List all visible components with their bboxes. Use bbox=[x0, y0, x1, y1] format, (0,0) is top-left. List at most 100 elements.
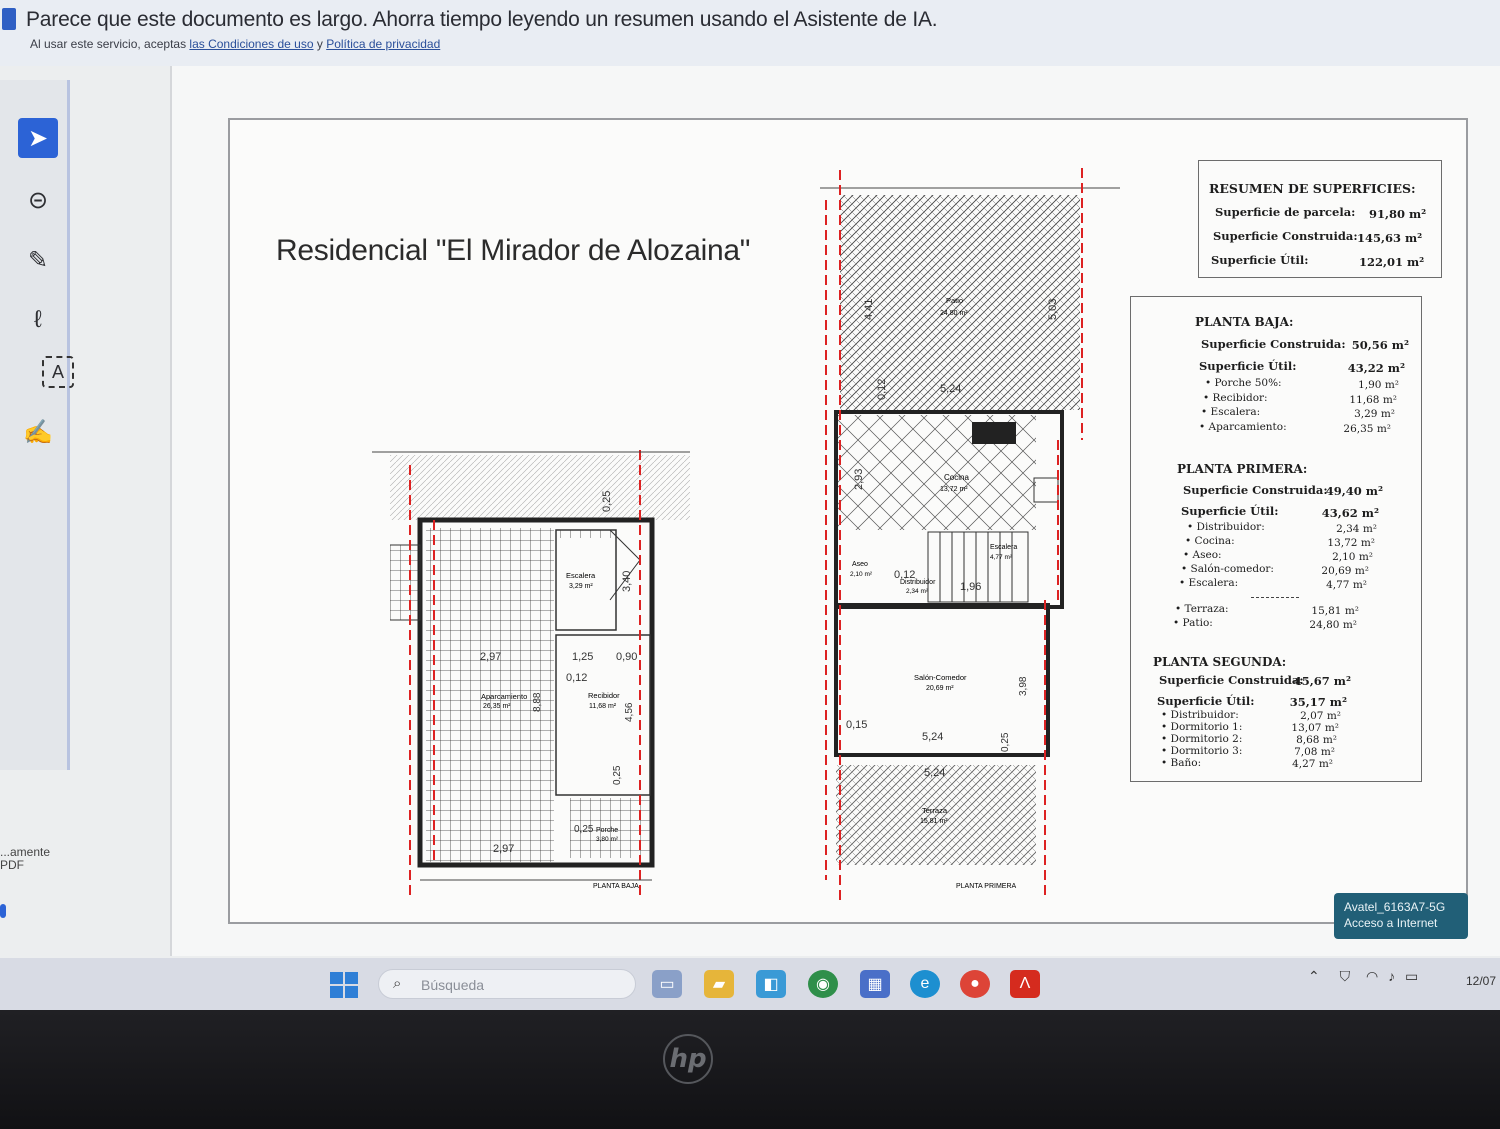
pp-patio-label: Patio bbox=[946, 296, 963, 305]
battery-icon[interactable]: ▭ bbox=[1405, 968, 1418, 984]
pb-recibidor-label: Recibidor bbox=[588, 691, 620, 700]
pp-aseo-area: 2,10 m² bbox=[850, 571, 873, 578]
pb-item-value: 26,35 m² bbox=[1343, 423, 1391, 435]
ps-item-value: 4,27 m² bbox=[1292, 758, 1333, 770]
resumen-header: RESUMEN DE SUPERFICIES: bbox=[1209, 181, 1416, 196]
pp-escalera-label: Escalera bbox=[990, 544, 1017, 551]
taskbar-search[interactable]: ⌕ Búsqueda bbox=[378, 969, 636, 999]
ps-item-label: • Dormitorio 3: bbox=[1161, 745, 1243, 757]
defender-icon[interactable]: ⛉ bbox=[1340, 968, 1351, 984]
pb-dim: 3,40 bbox=[621, 571, 633, 592]
ps-item-label: • Dormitorio 2: bbox=[1161, 733, 1243, 745]
pp-util-label: Superficie Útil: bbox=[1181, 504, 1279, 518]
pb-dim: 0,25 bbox=[601, 491, 613, 512]
chevron-up-icon[interactable]: ⌃ bbox=[1308, 968, 1320, 984]
pp-item-value: 2,34 m² bbox=[1336, 523, 1377, 535]
pp-caption: PLANTA PRIMERA bbox=[956, 883, 1016, 890]
pb-aparcamiento-label: Aparcamiento bbox=[481, 692, 527, 701]
pb-dim: 0,25 bbox=[612, 765, 623, 785]
pb-porche-label: Porche bbox=[596, 827, 618, 834]
pp-dim: 3,98 bbox=[1018, 676, 1029, 696]
pp-construida-value: 49,40 m² bbox=[1325, 484, 1383, 498]
pb-caption: PLANTA BAJA bbox=[593, 883, 639, 890]
pb-dim: 0,12 bbox=[566, 672, 587, 684]
pp-util-value: 43,62 m² bbox=[1321, 506, 1379, 520]
pp-dim: 5,24 bbox=[940, 383, 961, 395]
pp-aseo-label: Aseo bbox=[852, 561, 868, 568]
pp-dim: 5,24 bbox=[924, 767, 945, 779]
pb-aparcamiento-area: 26,35 m² bbox=[483, 703, 511, 710]
pp-extra-label: • Patio: bbox=[1173, 617, 1213, 629]
pb-dim: 1,25 bbox=[572, 651, 593, 663]
pp-distribuidor-area: 2,34 m² bbox=[906, 588, 929, 595]
parcela-label: Superficie de parcela: bbox=[1215, 205, 1356, 219]
start-button[interactable] bbox=[330, 972, 360, 998]
plantas-superficies-box: PLANTA BAJA: Superficie Construida: 50,5… bbox=[1130, 296, 1422, 782]
laptop-bezel bbox=[0, 1010, 1500, 1129]
pp-item-label: • Distribuidor: bbox=[1187, 521, 1265, 533]
pb-util-value: 43,22 m² bbox=[1347, 361, 1405, 375]
pp-dim: 5,03 bbox=[1047, 299, 1059, 320]
ps-item-value: 8,68 m² bbox=[1296, 734, 1337, 746]
pb-recibidor-area: 11,68 m² bbox=[589, 703, 617, 710]
pp-cocina-label: Cocina bbox=[944, 473, 969, 482]
wifi-network-name: Avatel_6163A7-5G bbox=[1344, 900, 1446, 914]
pp-dim: 1,96 bbox=[960, 581, 981, 593]
pp-dim: 0,12 bbox=[894, 569, 915, 581]
ps-util-label: Superficie Útil: bbox=[1157, 694, 1255, 708]
construida-value: 145,63 m² bbox=[1357, 231, 1423, 245]
volume-icon[interactable]: ♪ bbox=[1388, 968, 1395, 984]
pb-dim: 0,25 bbox=[574, 824, 594, 835]
ps-item-label: • Baño: bbox=[1161, 757, 1202, 769]
browser-app-icon[interactable]: ◉ bbox=[808, 970, 838, 998]
pp-item-label: • Aseo: bbox=[1183, 549, 1222, 561]
pp-salon-area: 20,69 m² bbox=[926, 685, 954, 692]
ps-item-value: 2,07 m² bbox=[1300, 710, 1341, 722]
planta-primera-header: PLANTA PRIMERA: bbox=[1177, 462, 1308, 476]
pp-dim: 5,24 bbox=[922, 731, 943, 743]
ps-item-label: • Distribuidor: bbox=[1161, 709, 1239, 721]
hp-logo: hp bbox=[663, 1034, 713, 1084]
pp-dim: 0,25 bbox=[1000, 732, 1011, 752]
pb-construida-value: 50,56 m² bbox=[1351, 338, 1409, 352]
pb-escalera-label: Escalera bbox=[566, 571, 596, 580]
wifi-icon[interactable]: ◠ bbox=[1366, 968, 1378, 984]
wifi-notification[interactable]: Avatel_6163A7-5G Acceso a Internet bbox=[1334, 893, 1468, 939]
plan-planta-primera: Patio 24,80 m² Cocina 13,72 m² Aseo 2,10… bbox=[820, 168, 1120, 905]
planta-baja-header: PLANTA BAJA: bbox=[1195, 315, 1294, 329]
pp-terraza-area: 15,81 m² bbox=[920, 818, 948, 825]
pb-util-label: Superficie Útil: bbox=[1199, 359, 1297, 373]
wifi-status: Acceso a Internet bbox=[1344, 916, 1438, 930]
pb-item-label: • Escalera: bbox=[1201, 406, 1261, 418]
divider bbox=[1251, 597, 1299, 598]
pp-item-label: • Escalera: bbox=[1179, 577, 1239, 589]
taskbar-clock[interactable]: 12/07 bbox=[1466, 974, 1496, 988]
pb-item-label: • Aparcamiento: bbox=[1199, 421, 1287, 433]
store-app-icon[interactable]: ◧ bbox=[756, 970, 786, 998]
edge-icon[interactable]: e bbox=[910, 970, 940, 998]
file-explorer-icon[interactable]: ▰ bbox=[704, 970, 734, 998]
taskbar: ⌕ Búsqueda ▭ ▰ ◧ ◉ ▦ e ● Λ ⌃ ⛉ ◠ ♪ ▭ 12/… bbox=[0, 958, 1500, 1010]
resumen-superficies-box: RESUMEN DE SUPERFICIES: Superficie de pa… bbox=[1198, 160, 1442, 278]
ps-item-value: 7,08 m² bbox=[1294, 746, 1335, 758]
pb-dim: 8,88 bbox=[532, 692, 543, 712]
pb-item-value: 3,29 m² bbox=[1354, 408, 1395, 420]
pp-item-label: • Cocina: bbox=[1185, 535, 1235, 547]
pb-item-label: • Porche 50%: bbox=[1205, 377, 1282, 389]
ps-util-value: 35,17 m² bbox=[1289, 695, 1347, 709]
pp-item-value: 13,72 m² bbox=[1327, 537, 1375, 549]
task-view-icon[interactable]: ▭ bbox=[652, 970, 682, 998]
pp-dim: 0,12 bbox=[876, 379, 888, 400]
ps-item-label: • Dormitorio 1: bbox=[1161, 721, 1243, 733]
util-value: 122,01 m² bbox=[1359, 255, 1425, 269]
pp-extra-value: 24,80 m² bbox=[1309, 619, 1357, 631]
acrobat-icon[interactable]: Λ bbox=[1010, 970, 1040, 998]
chrome-icon[interactable]: ● bbox=[960, 970, 990, 998]
construida-label: Superficie Construida: bbox=[1213, 229, 1358, 243]
pb-dim: 4,56 bbox=[624, 702, 635, 722]
pp-extra-label: • Terraza: bbox=[1175, 603, 1229, 615]
system-tray[interactable]: ⌃ ⛉ ◠ ♪ ▭ bbox=[1308, 968, 1418, 985]
pp-extra-value: 15,81 m² bbox=[1311, 605, 1359, 617]
ms-store-icon[interactable]: ▦ bbox=[860, 970, 890, 998]
ps-construida-value: 45,67 m² bbox=[1293, 674, 1351, 688]
